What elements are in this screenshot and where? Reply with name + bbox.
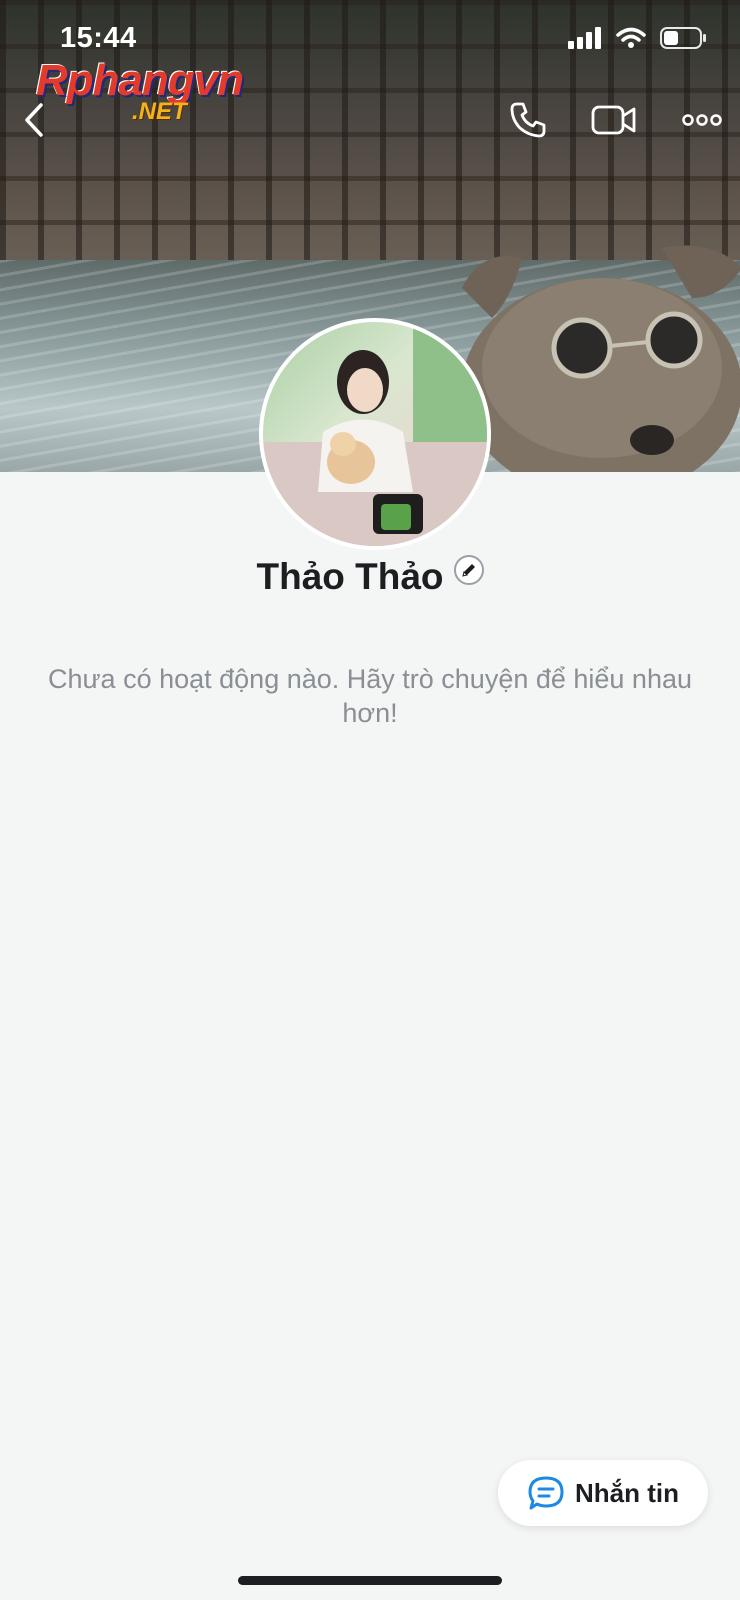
profile-name-row: Thảo Thảo [0,555,740,598]
video-camera-icon [591,105,636,135]
watermark-logo: Rphangvn .NET [36,56,266,128]
video-call-button[interactable] [588,94,640,146]
dog-with-glasses-image [462,245,740,472]
profile-avatar[interactable] [259,318,491,550]
profile-name: Thảo Thảo [256,556,444,597]
wifi-icon [616,27,646,48]
battery-icon [660,27,706,49]
back-button[interactable] [8,94,60,146]
empty-activity-message: Chưa có hoạt động nào. Hãy trò chuyện để… [47,664,693,728]
call-button[interactable] [502,94,554,146]
send-message-label: Nhắn tin [575,1477,679,1508]
status-icons [568,26,708,50]
cellular-signal-icon [568,27,601,49]
phone-icon [510,102,546,138]
chat-bubble-icon [528,1476,564,1510]
chevron-left-icon [25,103,43,137]
more-dots-icon [682,114,722,126]
pencil-icon [461,564,475,577]
avatar-photo [263,322,487,546]
send-message-button[interactable]: Nhắn tin [498,1460,708,1526]
status-time: 15:44 [60,22,137,54]
edit-name-button[interactable] [453,555,484,585]
watermark-sub-text: .NET [132,98,187,125]
home-indicator [238,1576,502,1585]
more-options-button[interactable] [676,94,728,146]
